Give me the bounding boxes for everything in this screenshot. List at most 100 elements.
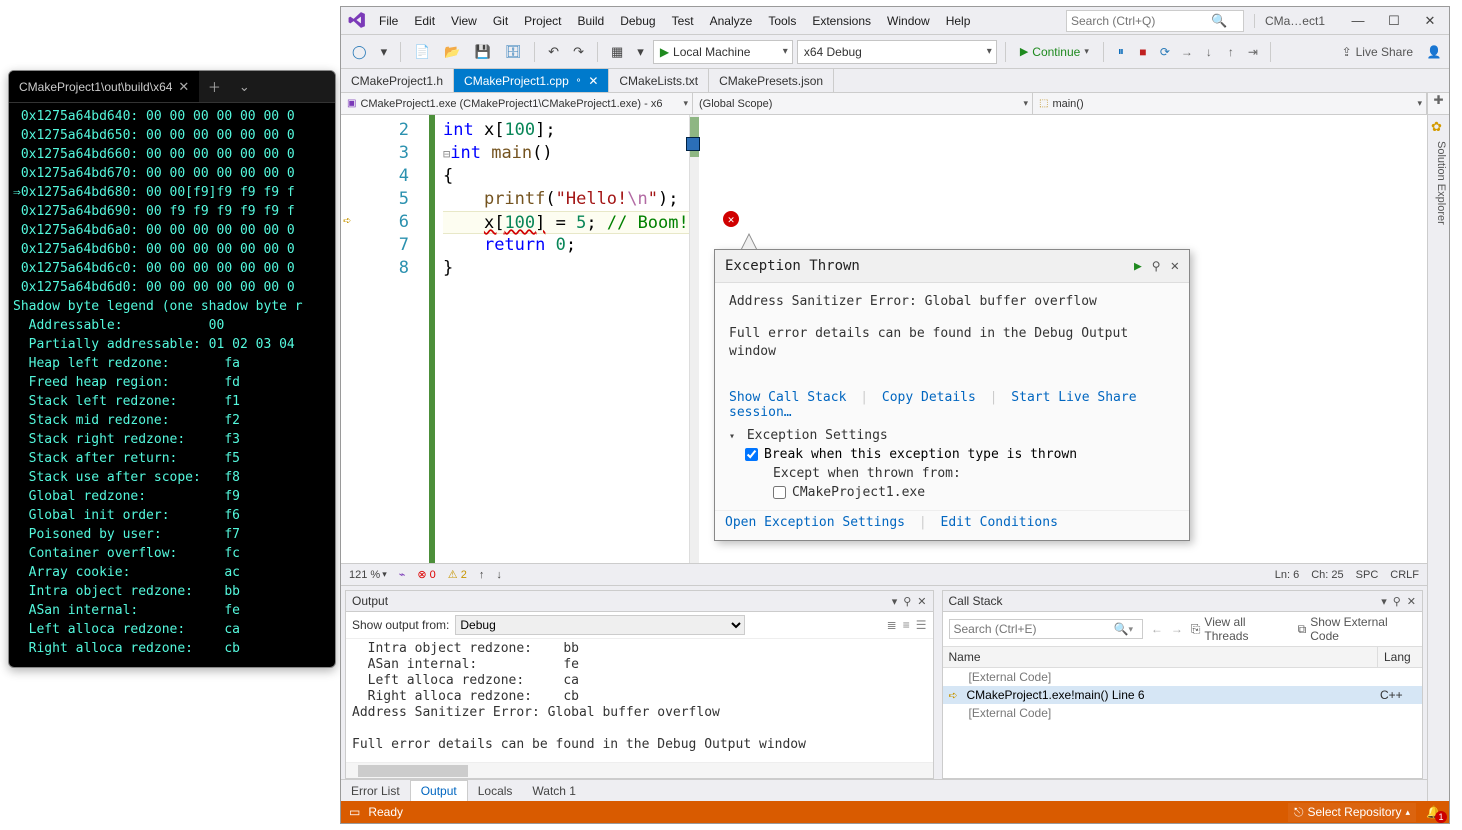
- pin-icon[interactable]: ⚬: [575, 75, 583, 86]
- window-position-icon[interactable]: ▾: [1381, 595, 1387, 608]
- nav-down-icon[interactable]: ↓: [496, 569, 502, 581]
- break-on-throw-row[interactable]: Break when this exception type is thrown: [729, 447, 1175, 462]
- nav-scope-select[interactable]: (Global Scope): [693, 93, 1033, 114]
- step-out-icon[interactable]: ↑: [1222, 45, 1240, 59]
- pause-icon[interactable]: ⏸: [1112, 44, 1130, 59]
- restart-icon[interactable]: ⟳: [1156, 45, 1174, 59]
- file-tab[interactable]: CMakeProject1.h: [341, 69, 454, 92]
- save-icon[interactable]: 💾: [469, 41, 495, 63]
- minimize-icon[interactable]: —: [1345, 13, 1371, 29]
- gear-icon[interactable]: ✿: [1431, 119, 1442, 135]
- play-icon[interactable]: ▶: [1134, 259, 1142, 274]
- menu-git[interactable]: Git: [485, 10, 516, 32]
- column-lang[interactable]: Lang: [1378, 647, 1422, 667]
- file-tab[interactable]: CMakeProject1.cpp⚬✕: [454, 69, 609, 92]
- step-into-icon[interactable]: ↓: [1200, 45, 1218, 59]
- pin-icon[interactable]: ⚲: [903, 595, 911, 608]
- continue-button[interactable]: ▶ Continue ▾: [1014, 42, 1095, 62]
- menu-window[interactable]: Window: [879, 10, 938, 32]
- pin-icon[interactable]: ⚲: [1152, 259, 1161, 273]
- vs-search[interactable]: 🔍: [1066, 10, 1244, 32]
- callstack-search-input[interactable]: [954, 622, 1114, 636]
- warning-count[interactable]: ⚠ 2: [448, 568, 467, 581]
- menu-test[interactable]: Test: [664, 10, 702, 32]
- nav-up-icon[interactable]: ↑: [479, 569, 485, 581]
- open-file-icon[interactable]: 📂: [439, 41, 465, 63]
- callstack-search[interactable]: 🔍 ▾: [949, 619, 1143, 639]
- menu-extensions[interactable]: Extensions: [804, 10, 879, 32]
- vs-search-input[interactable]: [1071, 14, 1211, 28]
- error-badge-icon[interactable]: ✕: [723, 211, 739, 227]
- close-icon[interactable]: ✕: [178, 79, 189, 95]
- break-on-throw-checkbox[interactable]: [745, 448, 758, 461]
- file-tab[interactable]: CMakeLists.txt: [609, 69, 709, 92]
- toggle-wrap-icon[interactable]: ≡: [903, 618, 910, 632]
- select-repository-button[interactable]: ⎋ Select Repository ▴: [1288, 803, 1416, 822]
- build-dropdown[interactable]: ▾: [632, 41, 649, 63]
- search-icon[interactable]: 🔍: [1114, 622, 1129, 636]
- close-icon[interactable]: ✕: [1407, 595, 1416, 608]
- tool-tab-error-list[interactable]: Error List: [341, 781, 410, 801]
- build-icon[interactable]: ▦: [606, 41, 628, 63]
- undo-icon[interactable]: ↶: [543, 41, 564, 63]
- nav-member-select[interactable]: ⬚ main(): [1033, 93, 1427, 114]
- tool-tab-output[interactable]: Output: [410, 780, 468, 801]
- view-all-threads-button[interactable]: ⎘ View all Threads: [1191, 615, 1290, 643]
- callstack-external-row[interactable]: [External Code]: [943, 704, 1423, 722]
- open-exception-settings-link[interactable]: Open Exception Settings: [725, 515, 905, 530]
- callstack-frame-row[interactable]: ➪ CMakeProject1.exe!main() Line 6 C++: [943, 686, 1423, 704]
- nav-project-select[interactable]: ▣ CMakeProject1.exe (CMakeProject1\CMake…: [341, 93, 693, 114]
- file-tab[interactable]: CMakePresets.json: [709, 69, 834, 92]
- step-icon[interactable]: ⇥: [1244, 45, 1262, 59]
- edit-conditions-link[interactable]: Edit Conditions: [941, 515, 1058, 530]
- zoom-level[interactable]: 121 % ▾: [349, 569, 387, 581]
- scroll-minimap[interactable]: [689, 115, 699, 563]
- except-module-row[interactable]: CMakeProject1.exe: [729, 485, 1175, 500]
- minimap-viewport[interactable]: [686, 137, 700, 151]
- nav-back-icon[interactable]: ←: [1151, 622, 1163, 636]
- menu-project[interactable]: Project: [516, 10, 569, 32]
- nav-forward-icon[interactable]: →: [1171, 622, 1183, 636]
- clear-output-icon[interactable]: ≣: [887, 618, 897, 632]
- copy-details-link[interactable]: Copy Details: [882, 390, 976, 405]
- callstack-body[interactable]: [External Code]➪ CMakeProject1.exe!main(…: [943, 668, 1423, 778]
- menu-analyze[interactable]: Analyze: [702, 10, 761, 32]
- solution-explorer-collapsed[interactable]: ✿ Solution Explorer: [1427, 115, 1449, 801]
- notifications-button[interactable]: 🔔1: [1426, 805, 1441, 819]
- tool-tab-watch-1[interactable]: Watch 1: [522, 781, 586, 801]
- output-scrollbar[interactable]: [346, 762, 933, 778]
- menu-view[interactable]: View: [443, 10, 485, 32]
- new-item-icon[interactable]: 📄: [409, 41, 435, 63]
- terminal-tab[interactable]: CMakeProject1\out\build\x64 ✕: [9, 71, 199, 102]
- close-icon[interactable]: ✕: [1417, 13, 1443, 29]
- error-count[interactable]: ⊗ 0: [417, 568, 435, 581]
- maximize-icon[interactable]: ☐: [1381, 13, 1407, 29]
- output-settings-icon[interactable]: ☰: [916, 618, 927, 632]
- menu-debug[interactable]: Debug: [612, 10, 663, 32]
- config-select[interactable]: x64 Debug: [797, 40, 997, 64]
- stop-icon[interactable]: ■: [1134, 45, 1152, 59]
- nav-forward-icon[interactable]: ▾: [376, 41, 393, 63]
- show-external-code-button[interactable]: ⧉ Show External Code: [1298, 615, 1416, 643]
- menu-help[interactable]: Help: [938, 10, 979, 32]
- callstack-external-row[interactable]: [External Code]: [943, 668, 1423, 686]
- menu-tools[interactable]: Tools: [760, 10, 804, 32]
- code-editor[interactable]: 2345678 ➪ int x[100];⊟int main(){ printf…: [341, 115, 1427, 563]
- close-icon[interactable]: ✕: [917, 595, 926, 608]
- exception-settings-header[interactable]: ▾ Exception Settings: [729, 428, 1175, 443]
- menu-file[interactable]: File: [371, 10, 406, 32]
- terminal-menu-chevron[interactable]: ⌄: [229, 79, 259, 95]
- pin-icon[interactable]: ⚲: [1393, 595, 1401, 608]
- terminal-add-tab[interactable]: ＋: [199, 77, 229, 96]
- output-source-select[interactable]: Debug: [455, 615, 745, 635]
- account-icon[interactable]: 👤: [1425, 45, 1443, 59]
- show-call-stack-link[interactable]: Show Call Stack: [729, 390, 846, 405]
- window-position-icon[interactable]: ▾: [892, 595, 898, 608]
- output-status-icon[interactable]: ▭: [349, 805, 360, 819]
- tool-tab-locals[interactable]: Locals: [468, 781, 523, 801]
- live-share-button[interactable]: ⇪ Live Share: [1342, 45, 1413, 59]
- nav-add-icon[interactable]: ✚: [1427, 93, 1449, 114]
- code-body[interactable]: int x[100];⊟int main(){ printf("Hello!\n…: [435, 115, 689, 563]
- debug-target-select[interactable]: ▶ Local Machine: [653, 40, 793, 64]
- except-module-checkbox[interactable]: [773, 486, 786, 499]
